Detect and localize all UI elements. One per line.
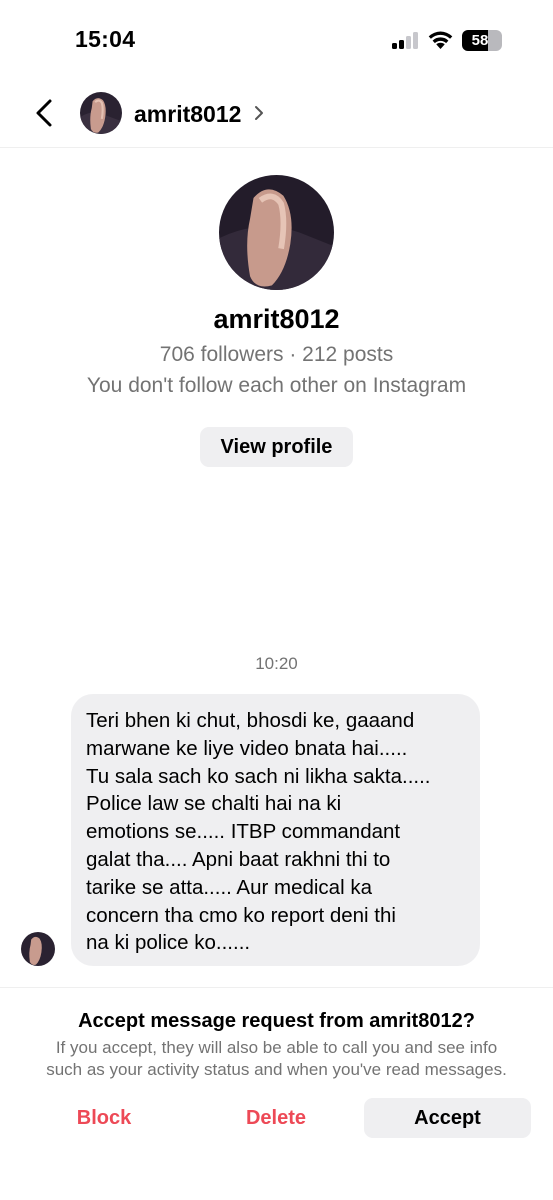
message-timestamp: 10:20 — [255, 654, 298, 673]
message-line: emotions se..... ITBP commandant — [86, 820, 401, 844]
wifi-icon — [428, 31, 453, 49]
message-line: concern tha cmo ko report deni thi — [86, 903, 396, 927]
status-time: 15:04 — [75, 26, 136, 52]
back-arrow-icon[interactable] — [30, 96, 60, 130]
sender-avatar[interactable] — [21, 932, 55, 966]
message-line: Tu sala sach ko sach ni likha sakta..... — [86, 764, 431, 788]
signal-icon — [392, 32, 420, 49]
request-info-line: such as your activity status and when yo… — [46, 1060, 507, 1079]
view-profile-button[interactable]: View profile — [200, 427, 353, 467]
delete-button[interactable]: Delete — [212, 1098, 340, 1138]
block-button[interactable]: Block — [40, 1098, 168, 1138]
accept-button[interactable]: Accept — [364, 1098, 531, 1138]
message-bubble[interactable]: Teri bhen ki chut, bhosdi ke, gaaand mar… — [71, 694, 480, 966]
status-bar: 15:04 58 — [0, 0, 553, 80]
request-title: Accept message request from amrit8012? — [78, 1010, 475, 1032]
message-line: Teri bhen ki chut, bhosdi ke, gaaand — [86, 709, 415, 732]
message-line: marwane ke liye video bnata hai..... — [86, 736, 408, 760]
message-line: Police law se chalti hai na ki — [86, 792, 342, 816]
battery-icon: 58 — [462, 30, 502, 51]
message-line: galat tha.... Apni baat rakhni thi to — [86, 847, 391, 871]
request-info: If you accept, they will also be able to… — [0, 1037, 553, 1081]
message-line: na ki police ko...... — [86, 931, 251, 955]
profile-username: amrit8012 — [213, 304, 340, 334]
profile-avatar[interactable] — [219, 175, 334, 290]
dm-request-screen: 15:04 58 amrit8012 amrit8012 706 followe… — [0, 0, 553, 1200]
message-request-panel: Accept message request from amrit8012? I… — [0, 987, 553, 1200]
message-line: tarike se atta..... Aur medical ka — [86, 875, 372, 899]
header-username[interactable]: amrit8012 — [134, 101, 241, 128]
profile-mutual-status: You don't follow each other on Instagram — [86, 374, 467, 397]
profile-stats: 706 followers · 212 posts — [159, 343, 394, 366]
header-avatar[interactable] — [80, 92, 122, 134]
battery-level: 58 — [471, 32, 489, 49]
request-info-line: If you accept, they will also be able to… — [55, 1038, 498, 1057]
chevron-right-icon[interactable] — [253, 104, 265, 122]
chat-header: amrit8012 — [0, 80, 553, 148]
